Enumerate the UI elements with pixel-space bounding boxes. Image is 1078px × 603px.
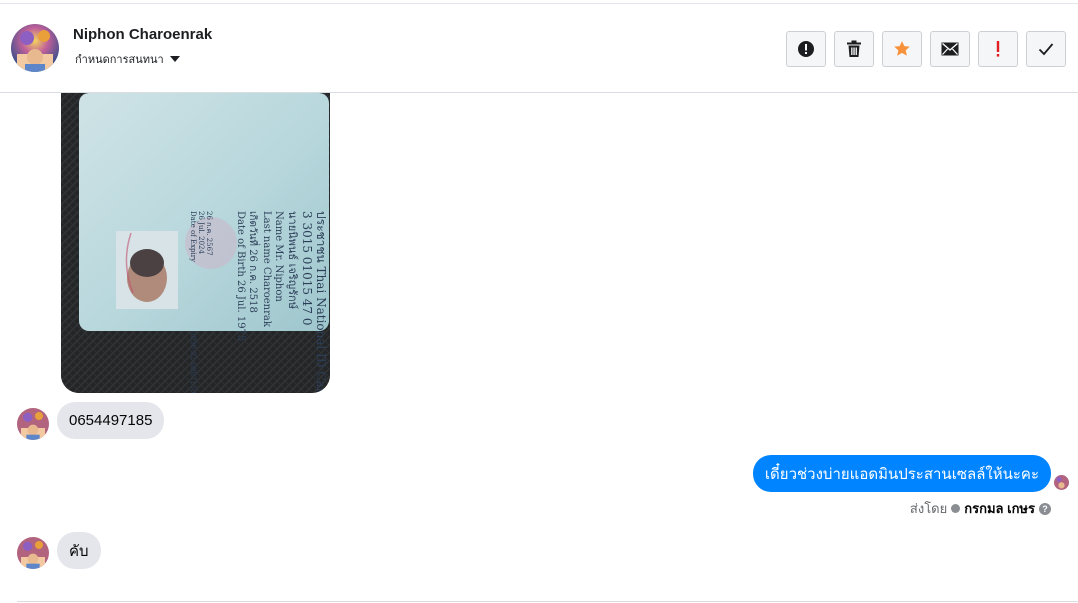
mark-unread-button[interactable] — [930, 31, 970, 67]
conversation-header: Niphon Charoenrak กำหนดการสนทนา — [0, 4, 1078, 93]
mark-done-button[interactable] — [1026, 31, 1066, 67]
exclamation-icon — [996, 41, 1000, 57]
caret-down-icon — [169, 56, 180, 62]
help-icon[interactable]: ? — [1039, 502, 1051, 515]
sent-by-prefix: ส่งโดย — [909, 501, 948, 516]
seen-avatar — [1054, 475, 1069, 490]
avatar[interactable] — [11, 24, 59, 72]
envelope-icon — [941, 42, 959, 56]
trash-icon — [847, 40, 861, 57]
sent-by-name: กรกมล เกษร — [964, 501, 1035, 516]
assign-conversation-dropdown[interactable]: กำหนดการสนทนา — [75, 50, 180, 68]
message-bubble-incoming[interactable]: 0654497185 — [57, 402, 165, 439]
avatar — [17, 537, 49, 569]
id-card-photo[interactable]: ประชาชน Thai National ID Card 3 3015 010… — [61, 93, 330, 393]
checkmark-icon — [1038, 43, 1054, 56]
message-bubble-incoming[interactable]: คับ — [57, 532, 101, 569]
verified-icon — [951, 504, 961, 513]
follow-up-button[interactable] — [978, 31, 1018, 67]
star-button[interactable] — [882, 31, 922, 67]
avatar — [17, 408, 49, 440]
conversation-toolbar — [786, 31, 1066, 67]
assign-conversation-label: กำหนดการสนทนา — [75, 54, 164, 66]
delete-button[interactable] — [834, 31, 874, 67]
message-bubble-outgoing[interactable]: เดี๋ยวช่วงบ่ายแอดมินประสานเซลล์ให้นะคะ — [752, 455, 1051, 492]
star-icon — [894, 41, 910, 56]
exclamation-circle-icon — [798, 41, 814, 57]
composer-divider — [17, 601, 1078, 602]
contact-name: Niphon Charoenrak — [73, 26, 213, 43]
sent-by-info: ส่งโดย กรกมล เกษร ? — [910, 498, 1051, 519]
report-button[interactable] — [786, 31, 826, 67]
